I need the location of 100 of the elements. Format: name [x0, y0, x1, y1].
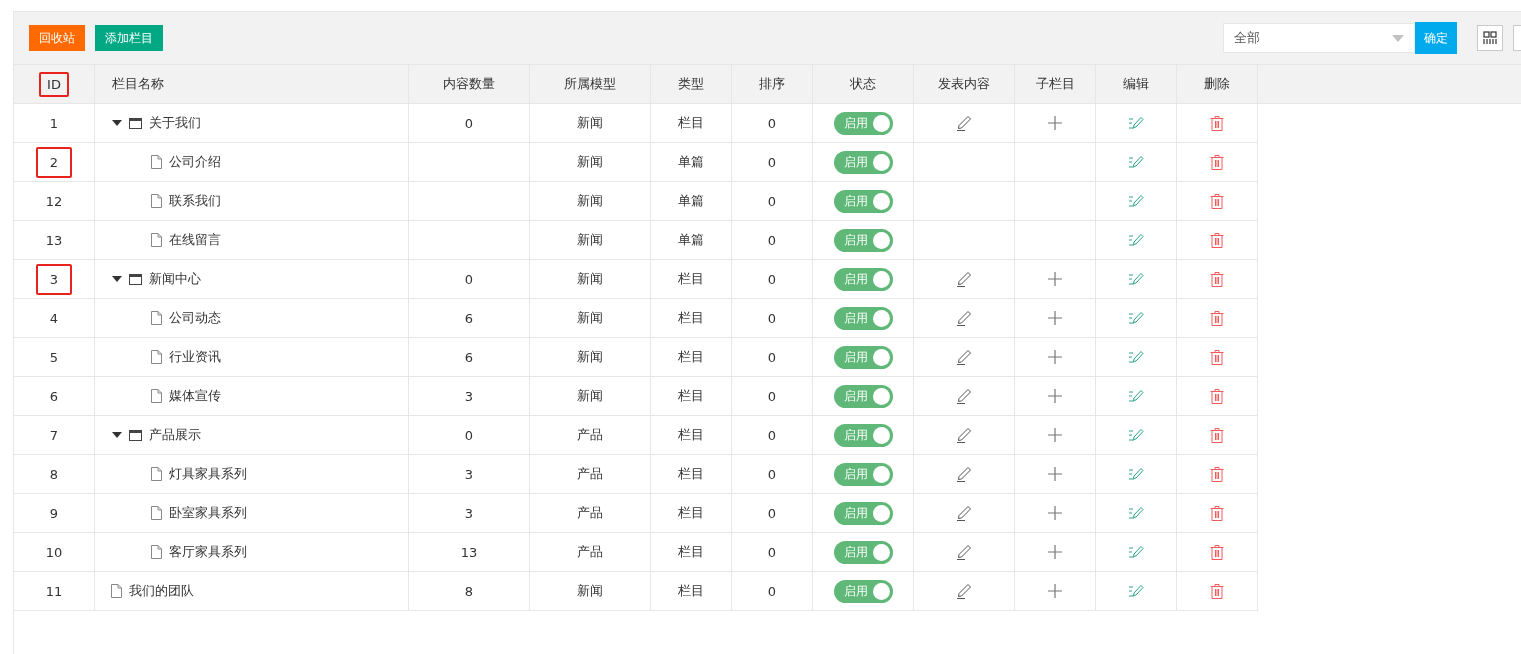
pencil-icon[interactable] [956, 505, 972, 521]
file-icon [151, 350, 162, 364]
trash-icon[interactable] [1210, 349, 1224, 365]
sort-cell: 0 [767, 193, 777, 209]
plus-icon[interactable] [1048, 311, 1062, 325]
plus-icon[interactable] [1048, 545, 1062, 559]
type-cell: 单篇 [678, 192, 704, 210]
id-cell-text: 13 [44, 231, 64, 250]
type-cell: 栏目 [678, 387, 704, 405]
confirm-button[interactable]: 确定 [1415, 22, 1457, 54]
id-cell-text: 4 [48, 309, 60, 328]
edit-icon[interactable] [1128, 467, 1144, 481]
trash-icon[interactable] [1210, 115, 1224, 131]
column-name: 新闻中心 [149, 270, 201, 288]
status-toggle[interactable]: 启用 [833, 306, 893, 330]
column-name: 灯具家具系列 [169, 465, 247, 483]
expand-caret-icon[interactable] [112, 120, 122, 126]
status-toggle[interactable]: 启用 [833, 228, 893, 252]
type-cell: 栏目 [678, 504, 704, 522]
plus-icon[interactable] [1048, 116, 1062, 130]
plus-icon[interactable] [1048, 428, 1062, 442]
status-toggle[interactable]: 启用 [833, 462, 893, 486]
edit-icon[interactable] [1128, 584, 1144, 598]
plus-icon[interactable] [1048, 389, 1062, 403]
pencil-icon[interactable] [956, 310, 972, 326]
plus-icon[interactable] [1048, 272, 1062, 286]
edit-icon[interactable] [1128, 233, 1144, 247]
content-count: 6 [464, 349, 474, 365]
filter-select[interactable]: 全部 [1223, 23, 1415, 53]
type-cell: 栏目 [678, 465, 704, 483]
trash-icon[interactable] [1210, 271, 1224, 287]
trash-icon[interactable] [1210, 583, 1224, 599]
status-toggle[interactable]: 启用 [833, 423, 893, 447]
type-cell: 栏目 [678, 543, 704, 561]
plus-icon[interactable] [1048, 506, 1062, 520]
pencil-icon[interactable] [956, 388, 972, 404]
sort-cell: 0 [767, 349, 777, 365]
expand-caret-icon[interactable] [112, 276, 122, 282]
trash-icon[interactable] [1210, 544, 1224, 560]
trash-icon[interactable] [1210, 232, 1224, 248]
file-icon [151, 233, 162, 247]
column-name: 联系我们 [169, 192, 221, 210]
pencil-icon[interactable] [956, 544, 972, 560]
edit-icon[interactable] [1128, 389, 1144, 403]
type-cell: 栏目 [678, 309, 704, 327]
pencil-icon[interactable] [956, 583, 972, 599]
edit-icon[interactable] [1128, 116, 1144, 130]
recycle-bin-button[interactable]: 回收站 [29, 25, 85, 51]
file-icon [111, 584, 122, 598]
sort-cell: 0 [767, 505, 777, 521]
model-cell: 新闻 [577, 309, 603, 327]
content-count: 6 [464, 310, 474, 326]
pencil-icon[interactable] [956, 115, 972, 131]
trash-icon[interactable] [1210, 505, 1224, 521]
pencil-icon[interactable] [956, 271, 972, 287]
content-count: 3 [464, 466, 474, 482]
pencil-icon[interactable] [956, 466, 972, 482]
status-toggle[interactable]: 启用 [833, 267, 893, 291]
model-cell: 产品 [577, 465, 603, 483]
grid-view-button[interactable] [1477, 25, 1503, 51]
column-name: 产品展示 [149, 426, 201, 444]
status-toggle[interactable]: 启用 [833, 111, 893, 135]
trash-icon[interactable] [1210, 310, 1224, 326]
status-toggle[interactable]: 启用 [833, 579, 893, 603]
id-cell-text: 7 [48, 426, 60, 445]
edit-icon[interactable] [1128, 311, 1144, 325]
plus-icon[interactable] [1048, 584, 1062, 598]
pencil-icon[interactable] [956, 427, 972, 443]
trash-icon[interactable] [1210, 154, 1224, 170]
status-toggle[interactable]: 启用 [833, 150, 893, 174]
type-cell: 栏目 [678, 348, 704, 366]
edit-icon[interactable] [1128, 155, 1144, 169]
status-toggle[interactable]: 启用 [833, 384, 893, 408]
content-count: 8 [464, 583, 474, 599]
column-name: 公司介绍 [169, 153, 221, 171]
trash-icon[interactable] [1210, 193, 1224, 209]
add-column-button[interactable]: 添加栏目 [95, 25, 163, 51]
status-toggle[interactable]: 启用 [833, 540, 893, 564]
plus-icon[interactable] [1048, 467, 1062, 481]
edit-icon[interactable] [1128, 506, 1144, 520]
sort-cell: 0 [767, 271, 777, 287]
edit-icon[interactable] [1128, 428, 1144, 442]
trash-icon[interactable] [1210, 466, 1224, 482]
expand-caret-icon[interactable] [112, 432, 122, 438]
edit-icon[interactable] [1128, 272, 1144, 286]
status-toggle[interactable]: 启用 [833, 345, 893, 369]
edit-icon[interactable] [1128, 194, 1144, 208]
trash-icon[interactable] [1210, 388, 1224, 404]
sort-cell: 0 [767, 388, 777, 404]
status-toggle[interactable]: 启用 [833, 501, 893, 525]
file-icon [151, 545, 162, 559]
model-cell: 产品 [577, 504, 603, 522]
id-cell-text: 5 [48, 348, 60, 367]
file-icon [151, 389, 162, 403]
plus-icon[interactable] [1048, 350, 1062, 364]
pencil-icon[interactable] [956, 349, 972, 365]
edit-icon[interactable] [1128, 350, 1144, 364]
trash-icon[interactable] [1210, 427, 1224, 443]
status-toggle[interactable]: 启用 [833, 189, 893, 213]
edit-icon[interactable] [1128, 545, 1144, 559]
